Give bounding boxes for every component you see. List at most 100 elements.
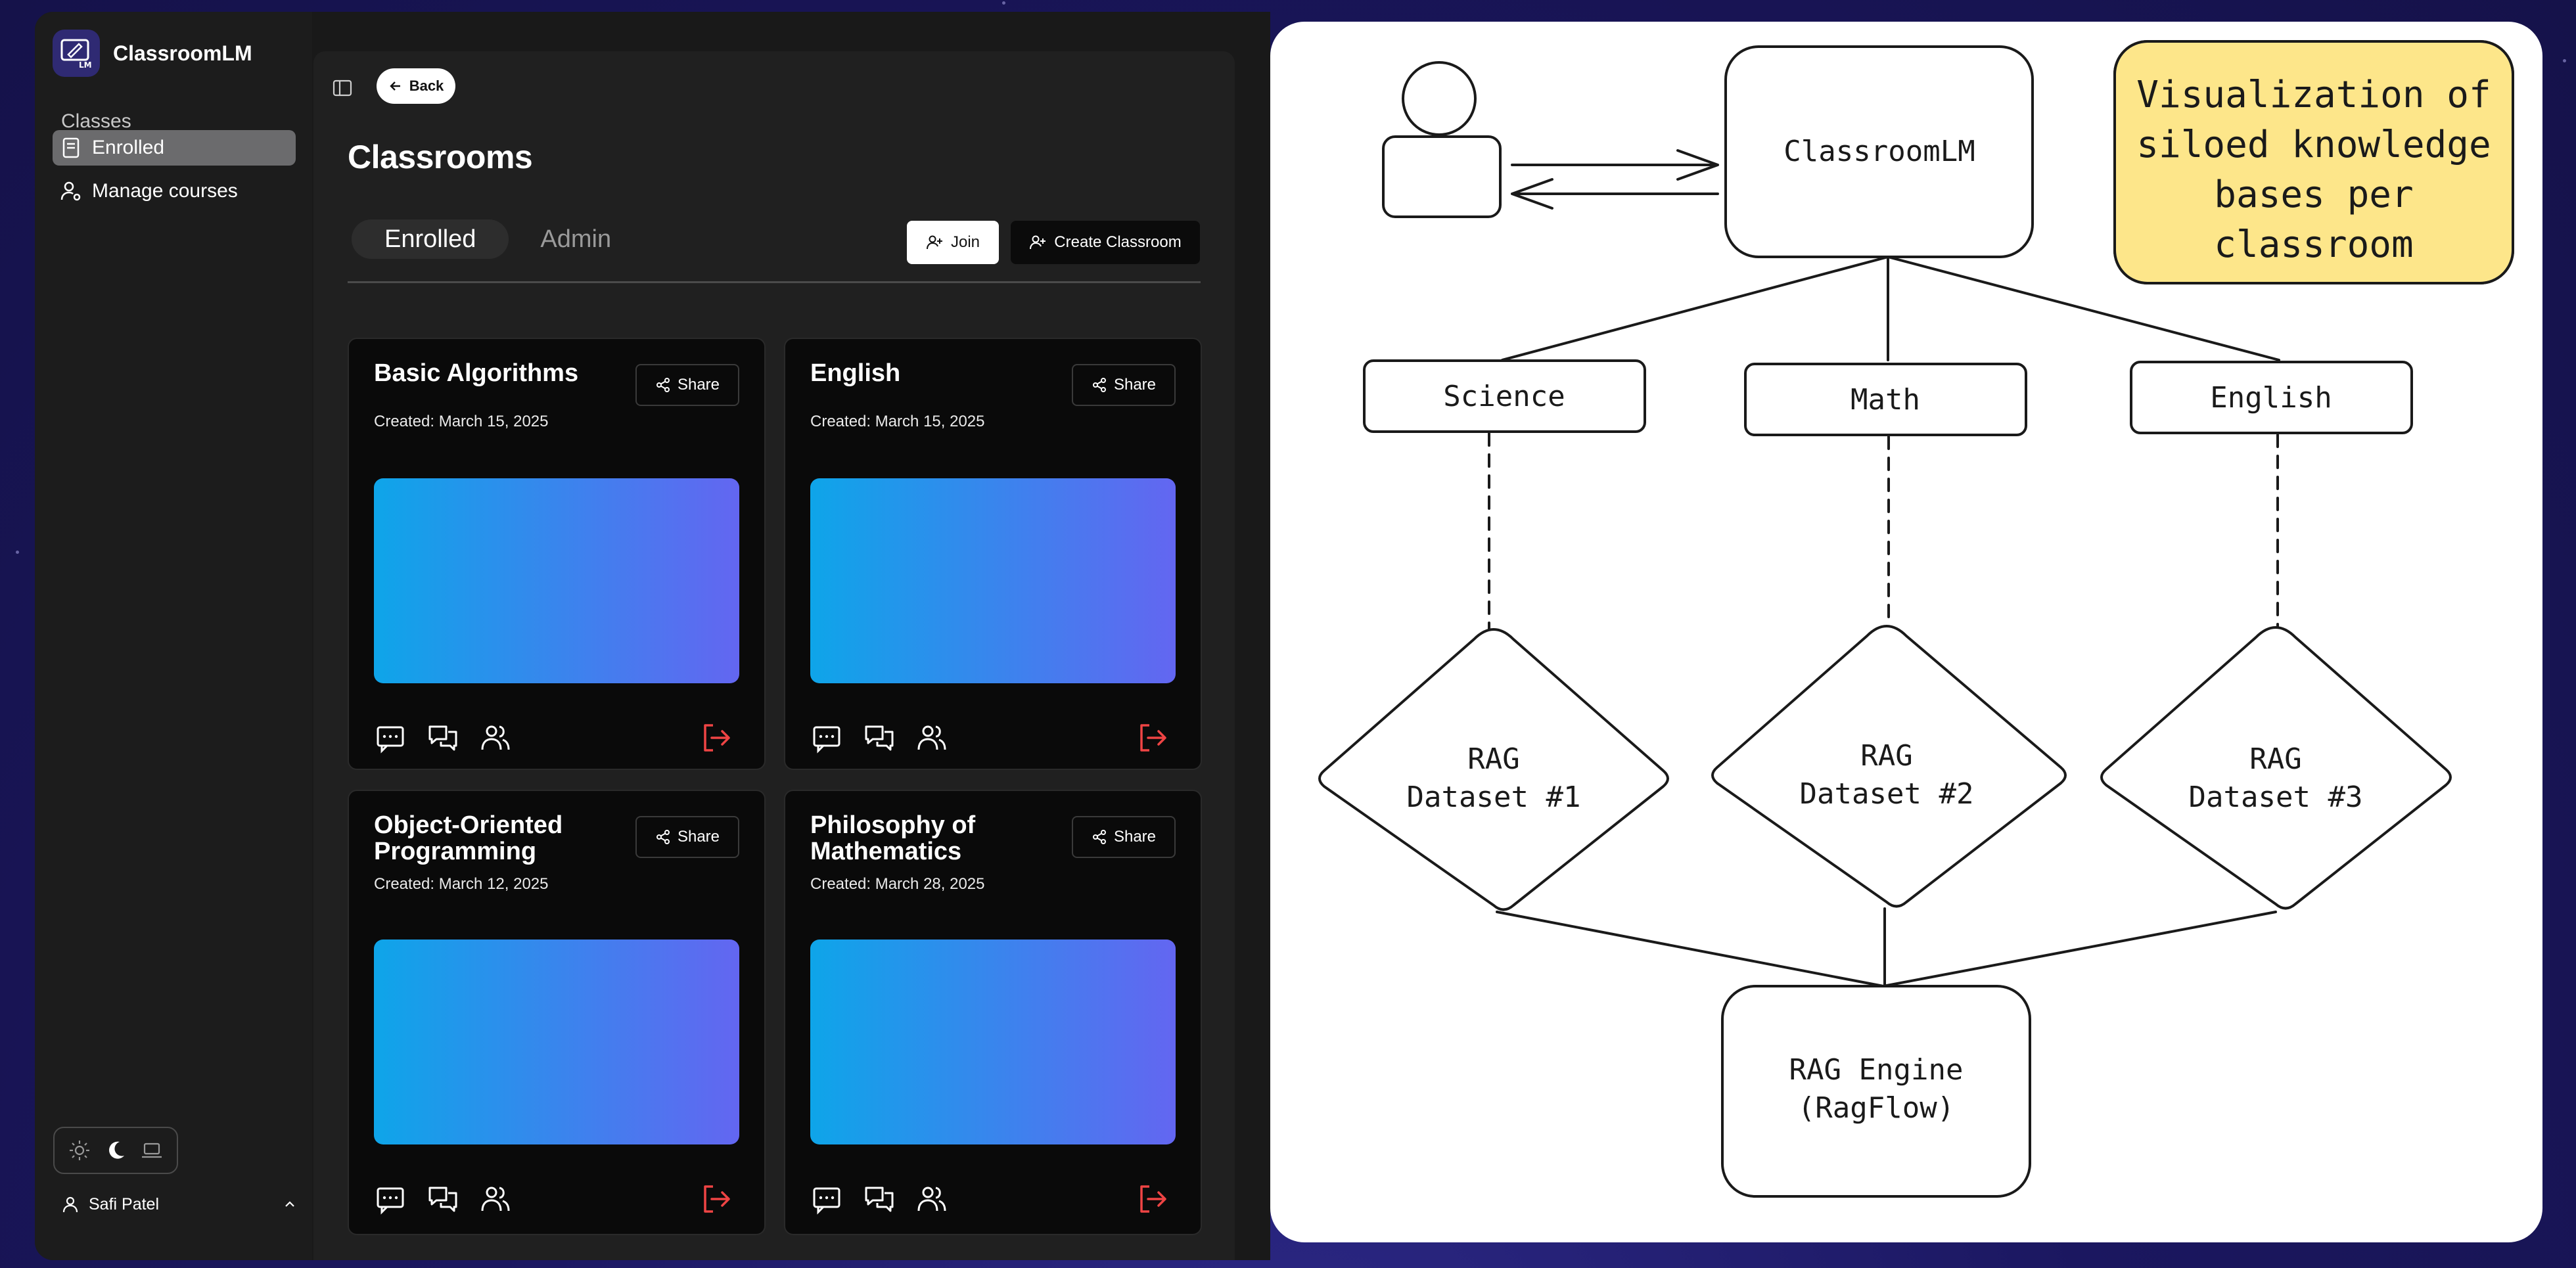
user-icon — [62, 1196, 78, 1213]
chat-icon[interactable] — [426, 1183, 459, 1215]
chat-icon[interactable] — [863, 721, 896, 754]
sidebar-item-label: Manage courses — [92, 180, 238, 202]
log-out-icon — [1140, 1185, 1166, 1213]
laptop-icon[interactable] — [140, 1139, 164, 1162]
card-date: Created: March 15, 2025 — [374, 413, 549, 430]
card-title: Object-Oriented Programming — [374, 811, 563, 865]
connector-line — [1882, 911, 2277, 987]
moon-icon[interactable] — [104, 1139, 127, 1162]
user-figure-head — [1402, 61, 1477, 136]
card-title: English — [810, 359, 901, 387]
share-button[interactable]: Share — [635, 364, 739, 406]
subject-label-english: English — [2210, 381, 2332, 415]
engine-label: (RagFlow) — [1798, 1091, 1954, 1125]
book-icon — [62, 137, 80, 158]
classroom-card[interactable]: Object-Oriented Programming Created: Mar… — [348, 790, 766, 1235]
logo-text: LM — [79, 60, 92, 70]
message-icon[interactable] — [374, 1183, 407, 1215]
share-label: Share — [1113, 376, 1157, 394]
page-title: Classrooms — [348, 139, 533, 175]
sidebar-item-enrolled[interactable]: Enrolled — [53, 130, 296, 166]
classroom-card[interactable]: Philosophy of Mathematics Created: March… — [784, 790, 1202, 1235]
users-icon[interactable] — [915, 721, 948, 754]
tab-bar: Enrolled Admin — [352, 219, 627, 259]
back-button[interactable]: Back — [377, 68, 455, 104]
chat-icon[interactable] — [863, 1183, 896, 1215]
users-icon[interactable] — [915, 1183, 948, 1215]
share-button[interactable]: Share — [635, 816, 739, 858]
share-label: Share — [677, 828, 720, 846]
log-out-icon — [704, 724, 730, 752]
card-title: Basic Algorithms — [374, 359, 579, 387]
users-icon[interactable] — [479, 721, 512, 754]
dataset-label: Dataset #3 — [2189, 781, 2363, 814]
sidebar: LM ClassroomLM Classes Enrolled Manage c… — [35, 12, 312, 1260]
log-out-icon — [704, 1185, 730, 1213]
app-name: ClassroomLM — [113, 41, 252, 65]
card-actions — [810, 721, 948, 754]
card-actions — [810, 1183, 948, 1215]
dataset-label: Dataset #1 — [1407, 781, 1581, 814]
brand[interactable]: LM ClassroomLM — [53, 30, 252, 77]
tab-enrolled[interactable]: Enrolled — [352, 219, 509, 259]
classroom-card[interactable]: Basic Algorithms Created: March 15, 2025… — [348, 338, 766, 770]
sidebar-item-manage-courses[interactable]: Manage courses — [53, 173, 296, 209]
note-line: classroom — [2214, 223, 2413, 266]
share-icon — [1092, 830, 1106, 844]
user-plus-icon — [926, 235, 942, 250]
user-figure-body — [1382, 135, 1502, 218]
root-node-label: ClassroomLM — [1783, 135, 1975, 168]
user-menu[interactable]: Safi Patel — [61, 1188, 298, 1221]
share-icon — [656, 830, 670, 844]
card-banner — [374, 940, 739, 1144]
log-out-icon — [1140, 724, 1166, 752]
background-star — [2563, 59, 2566, 62]
dataset-label: RAG — [1467, 742, 1519, 776]
tab-divider — [348, 281, 1201, 283]
card-title: Philosophy of Mathematics — [810, 811, 976, 865]
app-logo-icon: LM — [53, 30, 100, 77]
message-icon[interactable] — [810, 1183, 843, 1215]
arrow-left-icon — [390, 81, 400, 91]
join-button[interactable]: Join — [907, 221, 999, 264]
leave-icon[interactable] — [700, 721, 733, 754]
sidebar-item-label: Enrolled — [92, 137, 165, 158]
main-panel: Back Classrooms Enrolled Admin Join Crea… — [313, 51, 1235, 1260]
tab-admin[interactable]: Admin — [524, 219, 627, 259]
message-icon[interactable] — [374, 721, 407, 754]
create-classroom-button[interactable]: Create Classroom — [1011, 221, 1200, 264]
architecture-diagram: ClassroomLM Visualization of siloed know… — [1270, 22, 2542, 1242]
leave-icon[interactable] — [1136, 1183, 1169, 1215]
sun-icon[interactable] — [68, 1139, 91, 1162]
user-name: Safi Patel — [89, 1194, 160, 1213]
app-window: LM ClassroomLM Classes Enrolled Manage c… — [35, 12, 1270, 1260]
share-button[interactable]: Share — [1072, 816, 1176, 858]
sidebar-toggle-icon[interactable] — [331, 76, 354, 100]
connector-line — [1501, 256, 1889, 361]
card-actions — [374, 721, 512, 754]
theme-toggle — [53, 1127, 178, 1174]
card-date: Created: March 12, 2025 — [374, 875, 549, 893]
chat-icon[interactable] — [426, 721, 459, 754]
leave-icon[interactable] — [700, 1183, 733, 1215]
message-icon[interactable] — [810, 721, 843, 754]
subject-label-math: Math — [1851, 383, 1920, 417]
card-banner — [374, 478, 739, 683]
users-icon[interactable] — [479, 1183, 512, 1215]
user-gear-icon — [60, 181, 81, 201]
classroom-card[interactable]: English Created: March 15, 2025 Share — [784, 338, 1202, 770]
chevron-up-icon — [285, 1201, 294, 1207]
card-date: Created: March 15, 2025 — [810, 413, 985, 430]
subject-label-science: Science — [1443, 380, 1565, 413]
share-button[interactable]: Share — [1072, 364, 1176, 406]
note-line: bases per — [2214, 173, 2413, 216]
card-date: Created: March 28, 2025 — [810, 875, 985, 893]
leave-icon[interactable] — [1136, 721, 1169, 754]
share-icon — [1092, 378, 1106, 392]
note-line: Visualization of — [2136, 74, 2491, 116]
dataset-label: RAG — [2249, 742, 2301, 776]
share-label: Share — [677, 376, 720, 394]
request-arrow — [1511, 149, 1719, 181]
note-line: siloed knowledge — [2136, 124, 2491, 166]
share-icon — [656, 378, 670, 392]
